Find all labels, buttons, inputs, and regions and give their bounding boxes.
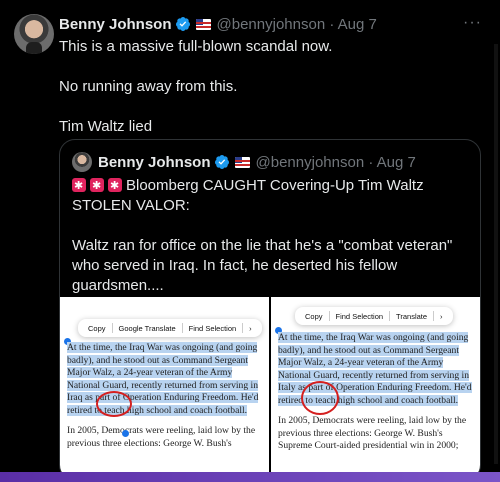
- menu-copy[interactable]: Copy: [299, 312, 329, 321]
- bottom-bar: [0, 472, 500, 482]
- scrollbar[interactable]: [494, 44, 498, 464]
- siren-icon: [72, 176, 86, 196]
- article-paragraph: In 2005, Democrats were reeling, laid lo…: [278, 415, 467, 451]
- text-selection-menu: Copy Find Selection Translate ›: [295, 307, 453, 325]
- menu-translate[interactable]: Translate: [390, 312, 433, 321]
- red-circle-annotation: [96, 391, 132, 417]
- quoted-tweet-text: Bloomberg CAUGHT Covering-Up Tim Waltz S…: [72, 176, 468, 316]
- author-avatar[interactable]: [14, 14, 54, 54]
- menu-copy[interactable]: Copy: [82, 324, 112, 333]
- siren-icon: [90, 176, 104, 196]
- author-name[interactable]: Benny Johnson: [59, 16, 172, 33]
- menu-chevron-icon[interactable]: ›: [434, 312, 449, 321]
- quoted-tweet-images: Copy Google Translate Find Selection › A…: [60, 297, 480, 480]
- tweet-line: Tim Waltz lied: [59, 118, 153, 135]
- quoted-author-handle-date: @bennyjohnson · Aug 7: [255, 153, 416, 171]
- more-options-icon[interactable]: ···: [463, 14, 482, 32]
- quoted-tweet[interactable]: Benny Johnson @bennyjohnson · Aug 7 Bloo…: [59, 139, 481, 481]
- quoted-body: Waltz ran for office on the lie that he'…: [72, 237, 453, 294]
- menu-find-selection[interactable]: Find Selection: [183, 324, 243, 333]
- tweet-header: Benny Johnson @bennyjohnson · Aug 7: [59, 14, 377, 34]
- verified-badge-icon: [175, 17, 190, 31]
- article-screenshot-right[interactable]: Copy Find Selection Translate › At the t…: [271, 297, 480, 480]
- quoted-headline: Bloomberg CAUGHT Covering-Up Tim Waltz S…: [72, 176, 468, 216]
- tweet-line: No running away from this.: [59, 78, 238, 95]
- author-handle-date[interactable]: @bennyjohnson · Aug 7: [217, 16, 377, 33]
- article-screenshot-left[interactable]: Copy Google Translate Find Selection › A…: [60, 297, 269, 480]
- menu-google-translate[interactable]: Google Translate: [113, 324, 182, 333]
- quoted-author-avatar: [72, 152, 92, 172]
- verified-badge-icon: [214, 155, 229, 169]
- menu-chevron-icon[interactable]: ›: [243, 324, 258, 333]
- menu-find-selection[interactable]: Find Selection: [330, 312, 390, 321]
- tweet: Benny Johnson @bennyjohnson · Aug 7 ··· …: [0, 0, 500, 481]
- flag-icon: [234, 156, 250, 168]
- text-selection-menu: Copy Google Translate Find Selection ›: [78, 319, 262, 337]
- selection-handle-end[interactable]: [122, 430, 129, 437]
- tweet-line: This is a massive full-blown scandal now…: [59, 38, 333, 55]
- flag-icon: [195, 18, 211, 30]
- article-paragraph: In 2005, Democrats were reeling, laid lo…: [67, 425, 256, 449]
- siren-icon: [108, 176, 122, 196]
- quoted-tweet-header: Benny Johnson @bennyjohnson · Aug 7: [72, 152, 416, 172]
- tweet-text: This is a massive full-blown scandal now…: [59, 37, 479, 137]
- quoted-author-name: Benny Johnson: [98, 153, 211, 171]
- red-circle-annotation: [301, 381, 339, 415]
